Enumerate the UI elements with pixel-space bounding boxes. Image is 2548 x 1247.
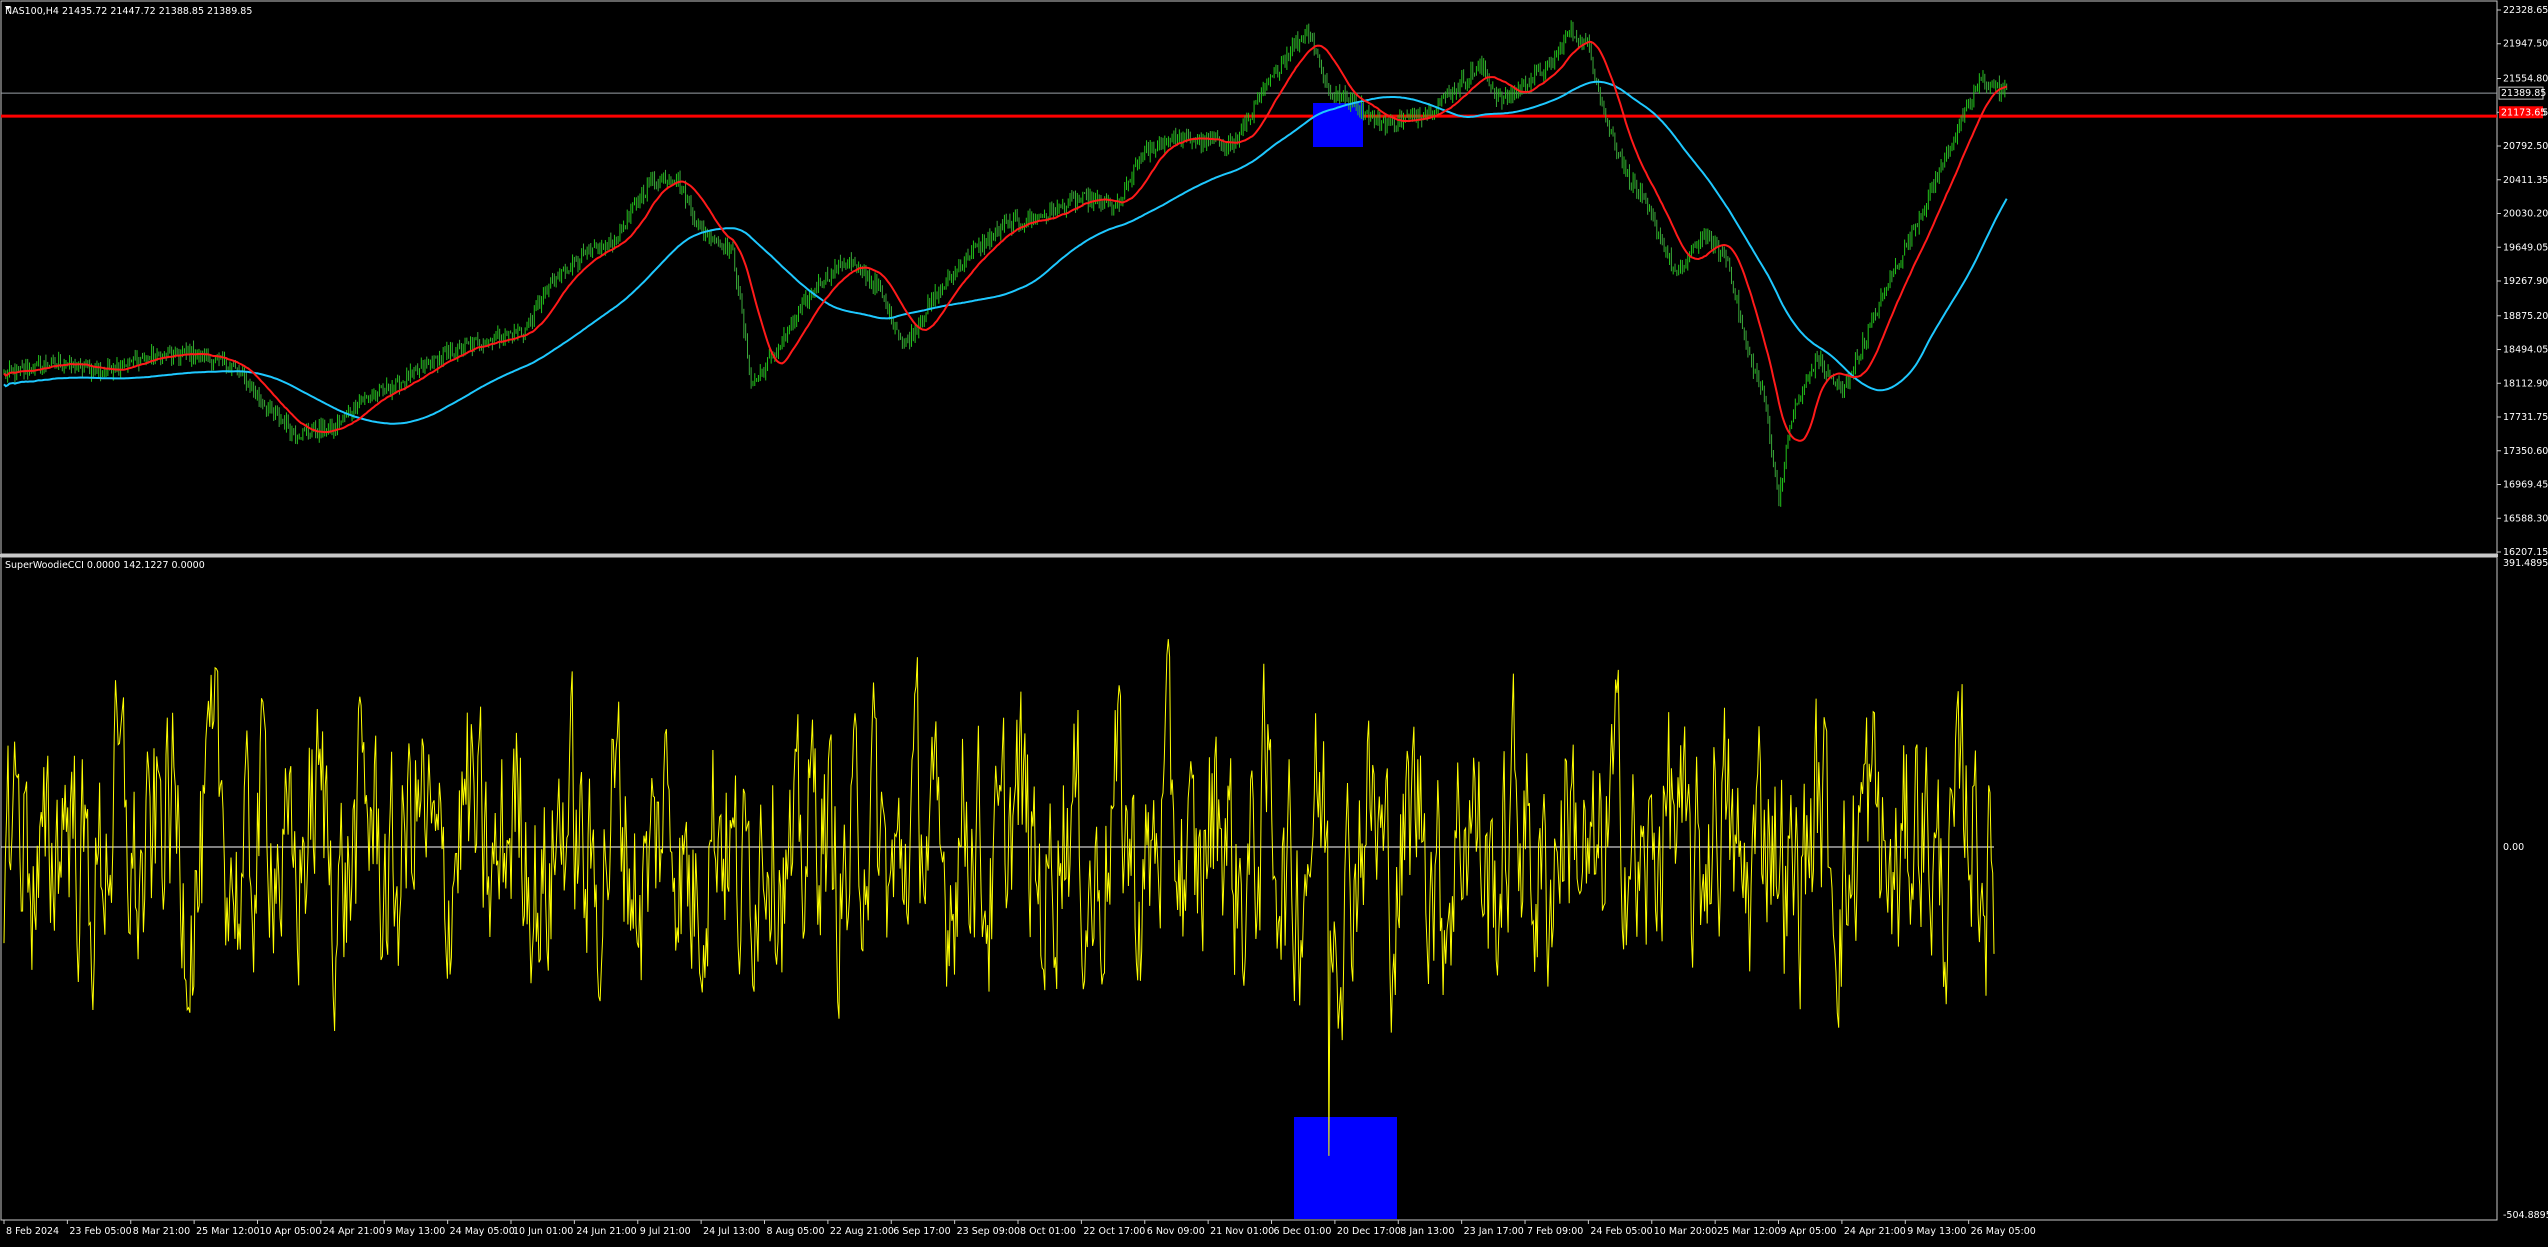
time-tick-label: 9 May 13:00 <box>1907 1226 1966 1237</box>
selection-marker <box>1313 103 1363 147</box>
time-tick-label: 10 Jun 01:00 <box>513 1226 573 1237</box>
time-tick-label: 8 Feb 2024 <box>6 1226 59 1237</box>
price-badge-label: 21389.85 <box>2501 88 2546 99</box>
time-tick-label: 24 Jun 21:00 <box>576 1226 636 1237</box>
time-tick-label: 25 Mar 12:00 <box>196 1226 259 1237</box>
price-tick-label: 21947.50 <box>2503 39 2548 50</box>
indicator-panel-header: SuperWoodieCCI 0.0000 142.1227 0.0000 <box>5 560 205 571</box>
chart-canvas[interactable]: NAS100,H4 21435.72 21447.72 21388.85 213… <box>0 0 2548 1243</box>
time-tick-label: 20 Dec 17:00 <box>1337 1226 1401 1237</box>
time-tick-label: 10 Apr 05:00 <box>260 1226 322 1237</box>
price-tick-label: 16969.45 <box>2503 480 2548 491</box>
price-tick-label: 16588.30 <box>2503 513 2548 524</box>
price-tick-label: 22328.65 <box>2503 5 2548 16</box>
price-tick-label: 18112.90 <box>2503 378 2548 389</box>
price-tick-label: 20411.35 <box>2503 175 2548 186</box>
time-tick-label: 6 Nov 09:00 <box>1147 1226 1205 1237</box>
price-badge-label: 21173.65 <box>2501 107 2546 118</box>
time-tick-label: 8 Mar 21:00 <box>133 1226 190 1237</box>
indicator-zero-tick: 0.00 <box>2503 842 2524 853</box>
price-tick-label: 16207.15 <box>2503 547 2548 558</box>
time-tick-label: 25 Mar 12:00 <box>1717 1226 1780 1237</box>
price-tick-label: 18494.05 <box>2503 345 2548 356</box>
price-tick-label: 17350.60 <box>2503 446 2548 457</box>
time-tick-label: 22 Oct 17:00 <box>1083 1226 1145 1237</box>
price-tick-label: 20792.50 <box>2503 141 2548 152</box>
time-tick-label: 23 Jan 17:00 <box>1464 1226 1524 1237</box>
time-tick-label: 23 Sep 09:00 <box>957 1226 1020 1237</box>
time-tick-label: 24 Feb 05:00 <box>1590 1226 1652 1237</box>
price-tick-label: 17731.75 <box>2503 412 2548 423</box>
price-panel-header: NAS100,H4 21435.72 21447.72 21388.85 213… <box>5 6 252 17</box>
time-tick-label: 9 Apr 05:00 <box>1781 1226 1837 1237</box>
price-tick-label: 20030.20 <box>2503 209 2548 220</box>
time-tick-label: 6 Dec 01:00 <box>1274 1226 1332 1237</box>
time-tick-label: 6 Sep 17:00 <box>893 1226 950 1237</box>
price-tick-label: 18875.20 <box>2503 311 2548 322</box>
time-tick-label: 7 Feb 09:00 <box>1527 1226 1583 1237</box>
indicator-bottom-tick: -504.8895 <box>2503 1210 2548 1221</box>
price-tick-label: 19267.90 <box>2503 276 2548 287</box>
time-tick-label: 9 May 13:00 <box>386 1226 445 1237</box>
trading-chart[interactable]: NAS100,H4 21435.72 21447.72 21388.85 213… <box>0 0 2548 1243</box>
price-tick-label: 19649.05 <box>2503 242 2548 253</box>
time-tick-label: 8 Oct 01:00 <box>1020 1226 1076 1237</box>
time-tick-label: 24 Apr 21:00 <box>1844 1226 1906 1237</box>
time-tick-label: 9 Jul 21:00 <box>640 1226 691 1237</box>
time-tick-label: 21 Nov 01:00 <box>1210 1226 1274 1237</box>
time-tick-label: 8 Jan 13:00 <box>1400 1226 1454 1237</box>
price-tick-label: 21554.80 <box>2503 74 2548 85</box>
time-tick-label: 24 May 05:00 <box>450 1226 515 1237</box>
time-tick-label: 10 Mar 20:00 <box>1654 1226 1717 1237</box>
time-tick-label: 24 Apr 21:00 <box>323 1226 385 1237</box>
indicator-selection-marker <box>1294 1117 1397 1219</box>
time-tick-label: 22 Aug 21:00 <box>830 1226 894 1237</box>
indicator-top-tick: 391.4895 <box>2503 558 2548 569</box>
time-tick-label: 23 Feb 05:00 <box>69 1226 131 1237</box>
time-tick-label: 26 May 05:00 <box>1971 1226 2036 1237</box>
time-tick-label: 8 Aug 05:00 <box>767 1226 825 1237</box>
time-tick-label: 24 Jul 13:00 <box>703 1226 760 1237</box>
